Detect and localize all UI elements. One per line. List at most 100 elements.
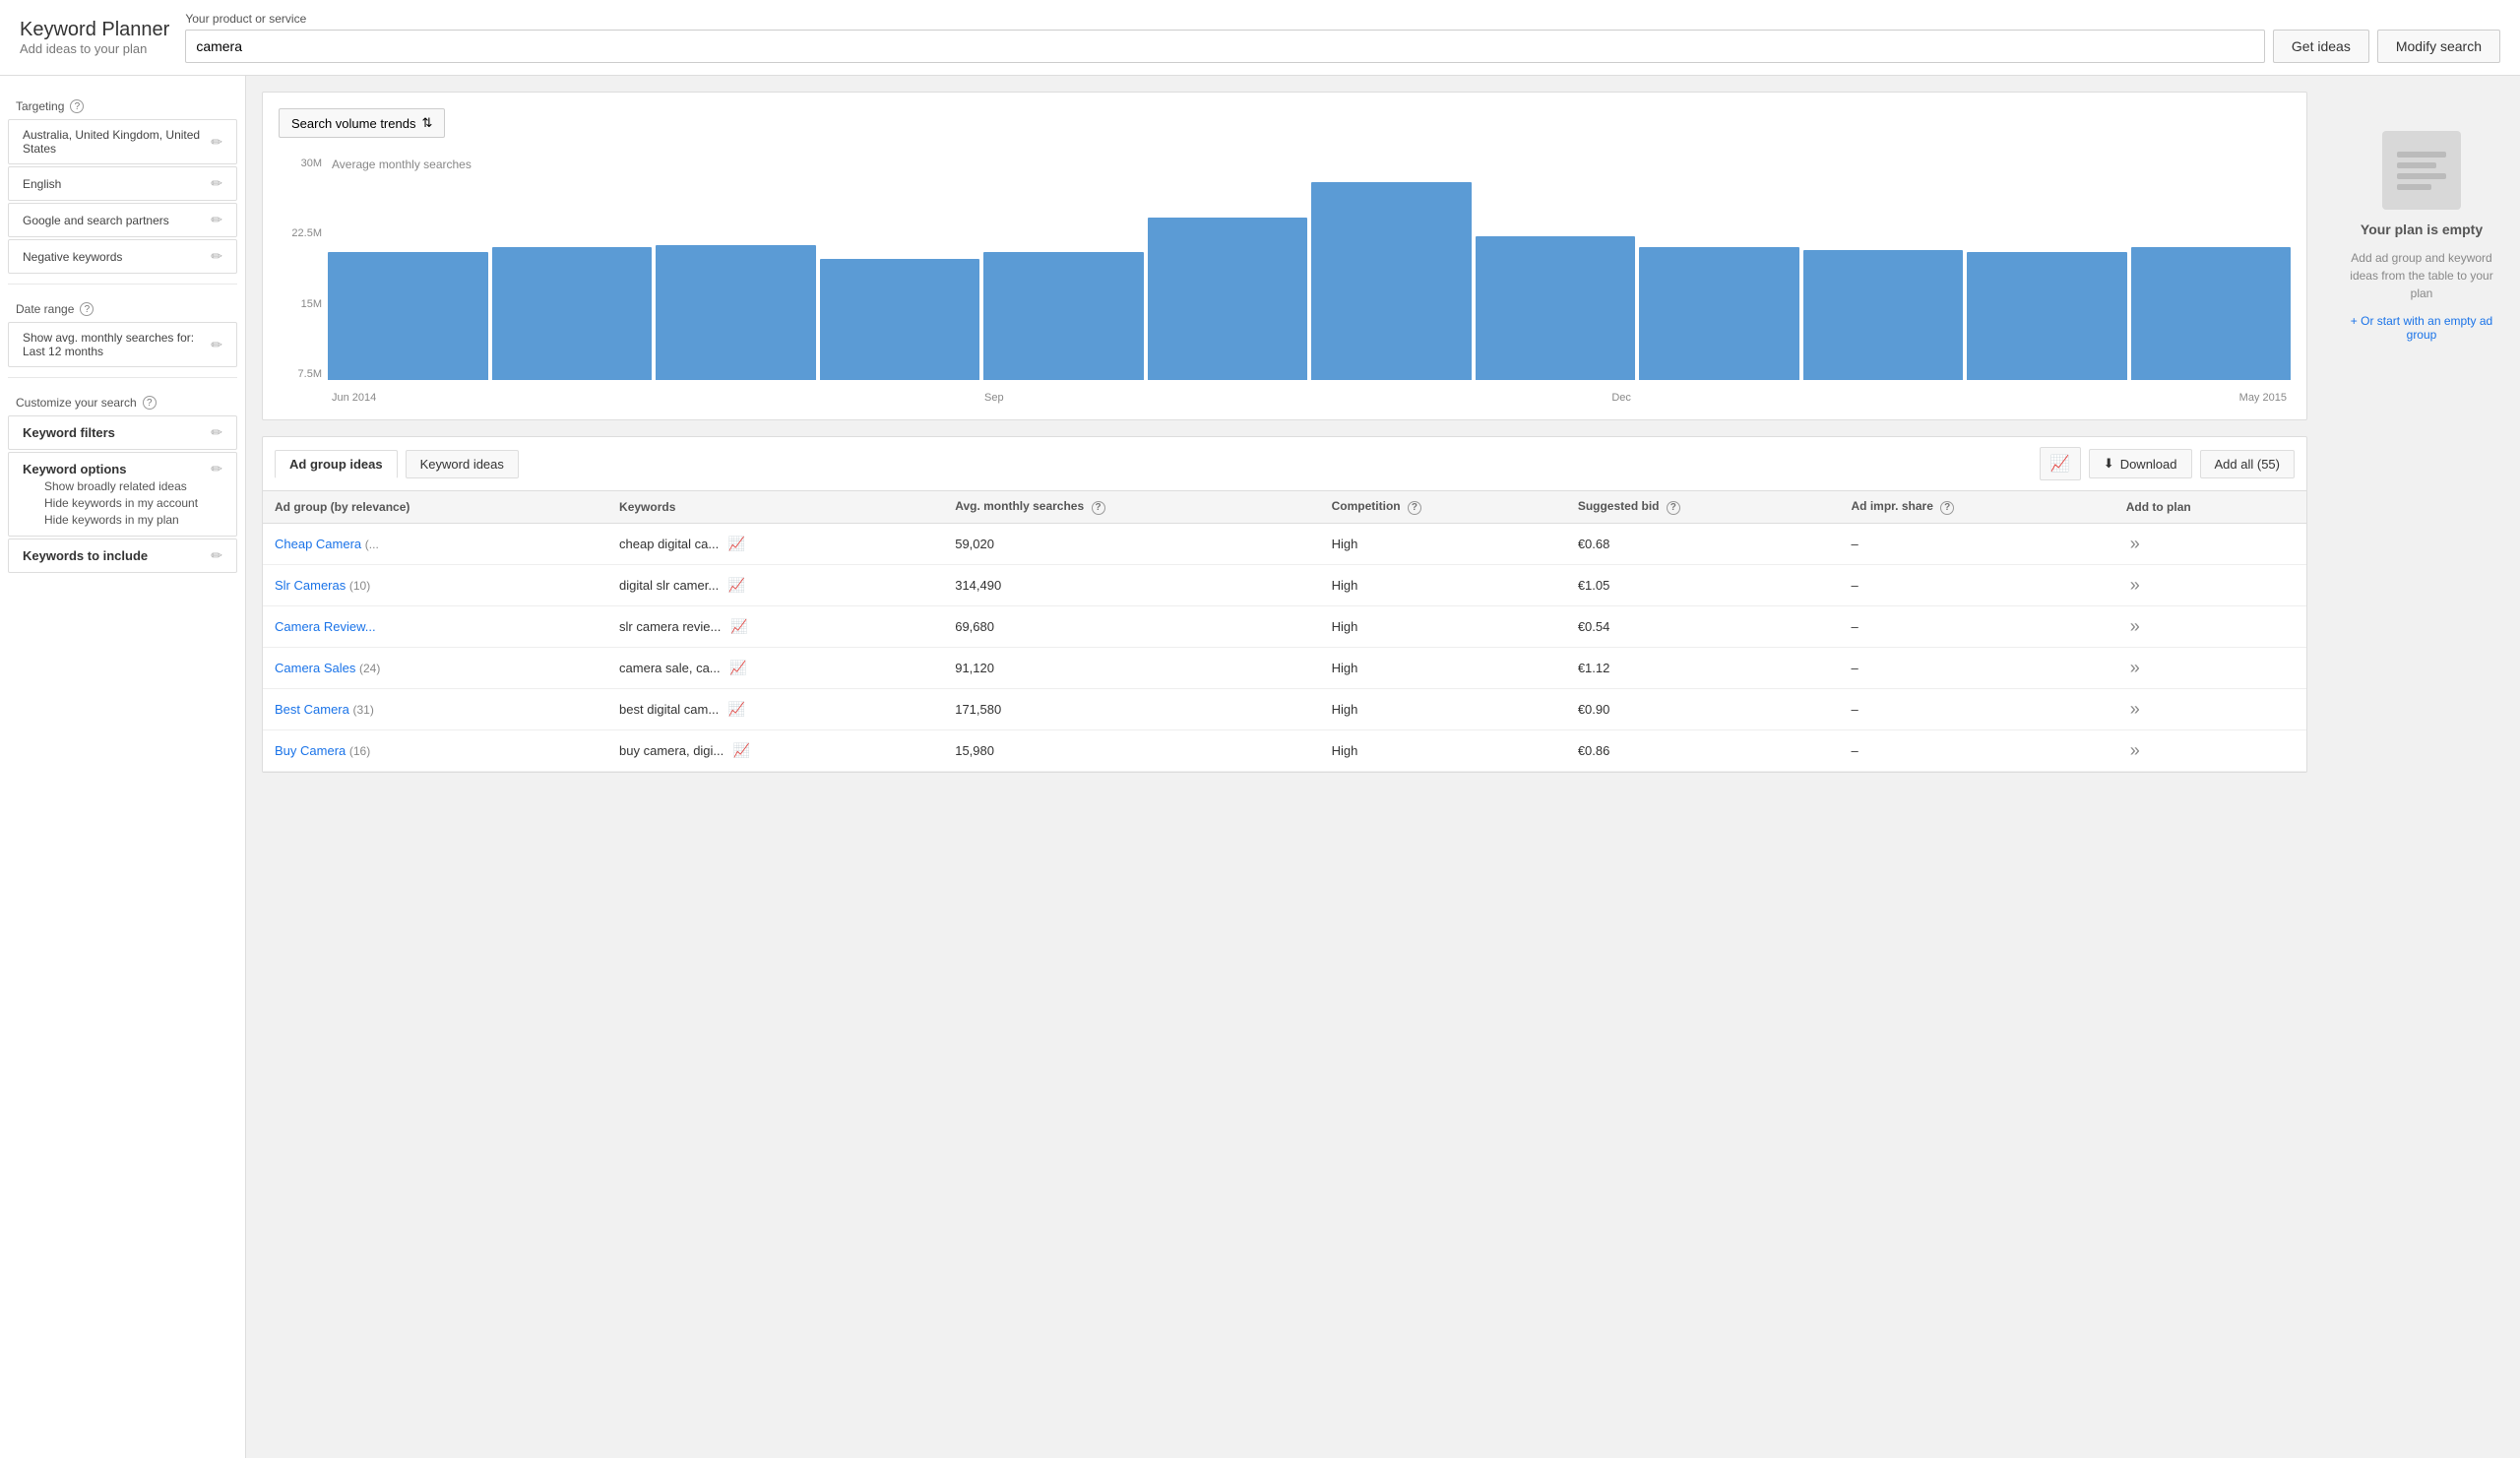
location-text: Australia, United Kingdom, United States: [23, 128, 211, 156]
chart-dropdown-label: Search volume trends: [291, 116, 415, 131]
sidebar-item-language[interactable]: English ✏: [8, 166, 237, 201]
add-all-button[interactable]: Add all (55): [2200, 450, 2295, 478]
ad-group-link-3[interactable]: Camera Sales: [275, 661, 355, 675]
keywords-text-1: digital slr camer...: [619, 578, 719, 593]
ad-impr-help-icon[interactable]: ?: [1940, 501, 1954, 515]
chart-bar: [656, 245, 816, 380]
plan-icon-line-2: [2397, 162, 2436, 168]
chart-bar: [1148, 218, 1308, 380]
keywords-trend-icon-3[interactable]: 📈: [729, 660, 746, 675]
ad-group-link-4[interactable]: Best Camera: [275, 702, 349, 717]
ad-group-link-1[interactable]: Slr Cameras: [275, 578, 346, 593]
sidebar-keywords-to-include[interactable]: Keywords to include ✏: [8, 539, 237, 573]
customize-help-icon[interactable]: ?: [143, 396, 157, 410]
download-button[interactable]: ⬇ Download: [2089, 449, 2192, 478]
td-competition-3: High: [1320, 647, 1566, 688]
add-to-plan-btn-4[interactable]: »: [2126, 699, 2144, 720]
negative-keywords-edit-icon[interactable]: ✏: [211, 248, 222, 265]
td-ad-group-1: Slr Cameras (10): [263, 564, 607, 605]
td-add-to-plan-0: »: [2114, 523, 2306, 564]
sidebar-item-location[interactable]: Australia, United Kingdom, United States…: [8, 119, 237, 164]
th-avg-monthly: Avg. monthly searches ?: [943, 491, 1319, 523]
add-to-plan-btn-1[interactable]: »: [2126, 575, 2144, 596]
network-edit-icon[interactable]: ✏: [211, 212, 222, 228]
chart-bar: [983, 252, 1144, 380]
add-to-plan-btn-3[interactable]: »: [2126, 658, 2144, 678]
targeting-help-icon[interactable]: ?: [70, 99, 84, 113]
add-to-plan-btn-5[interactable]: »: [2126, 740, 2144, 761]
plan-start-link[interactable]: + Or start with an empty ad group: [2339, 314, 2504, 342]
date-range-label: Date range: [16, 302, 74, 316]
td-competition-2: High: [1320, 605, 1566, 647]
tab-ad-group-ideas[interactable]: Ad group ideas: [275, 450, 398, 478]
td-keywords-1: digital slr camer... 📈: [607, 564, 943, 605]
ad-group-link-0[interactable]: Cheap Camera: [275, 537, 361, 551]
keywords-text-0: cheap digital ca...: [619, 537, 719, 551]
chart-bar: [1639, 247, 1799, 380]
sidebar-item-network[interactable]: Google and search partners ✏: [8, 203, 237, 237]
keywords-to-include-edit-icon[interactable]: ✏: [211, 547, 222, 564]
search-input[interactable]: [185, 30, 2265, 63]
keywords-trend-icon-4[interactable]: 📈: [728, 701, 745, 717]
ad-group-link-5[interactable]: Buy Camera: [275, 743, 346, 758]
app-title-heading: Keyword Planner: [20, 19, 169, 41]
chart-dropdown-button[interactable]: Search volume trends ⇅: [279, 108, 445, 138]
plan-icon-line-1: [2397, 152, 2446, 158]
add-to-plan-btn-0[interactable]: »: [2126, 534, 2144, 554]
location-edit-icon[interactable]: ✏: [211, 134, 222, 151]
th-ad-group: Ad group (by relevance): [263, 491, 607, 523]
keyword-filters-edit-icon[interactable]: ✏: [211, 424, 222, 441]
table-row: Camera Sales (24) camera sale, ca... 📈 9…: [263, 647, 2306, 688]
sidebar-keyword-filters[interactable]: Keyword filters ✏: [8, 415, 237, 450]
td-add-to-plan-1: »: [2114, 564, 2306, 605]
keyword-option-2: Hide keywords in my account: [23, 494, 212, 511]
modify-search-button[interactable]: Modify search: [2377, 30, 2500, 63]
chart-container: Average monthly searches 30M 22.5M 15M 7…: [279, 148, 2291, 404]
keyword-options-edit-icon[interactable]: ✏: [211, 461, 222, 477]
language-edit-icon[interactable]: ✏: [211, 175, 222, 192]
x-label-1: Sep: [984, 392, 1004, 404]
td-add-to-plan-3: »: [2114, 647, 2306, 688]
td-competition-0: High: [1320, 523, 1566, 564]
avg-monthly-help-icon[interactable]: ?: [1092, 501, 1105, 515]
td-ad-impr-share-2: –: [1840, 605, 2114, 647]
chart-bar: [1476, 236, 1636, 380]
keyword-filters-label: Keyword filters: [23, 425, 115, 440]
chart-card: Search volume trends ⇅ Average monthly s…: [262, 92, 2307, 420]
customize-section: Customize your search ?: [0, 388, 245, 413]
chart-x-axis: Jun 2014 Sep Dec May 2015: [328, 392, 2291, 404]
date-range-edit-icon[interactable]: ✏: [211, 337, 222, 353]
sidebar-item-negative-keywords[interactable]: Negative keywords ✏: [8, 239, 237, 274]
table-row: Camera Review... slr camera revie... 📈 6…: [263, 605, 2306, 647]
td-ad-group-2: Camera Review...: [263, 605, 607, 647]
ad-group-link-2[interactable]: Camera Review...: [275, 619, 376, 634]
get-ideas-button[interactable]: Get ideas: [2273, 30, 2369, 63]
keywords-trend-icon-2[interactable]: 📈: [730, 618, 747, 634]
table-row: Slr Cameras (10) digital slr camer... 📈 …: [263, 564, 2306, 605]
td-avg-monthly-2: 69,680: [943, 605, 1319, 647]
language-text: English: [23, 177, 61, 191]
chart-bar: [820, 259, 980, 380]
add-to-plan-btn-2[interactable]: »: [2126, 616, 2144, 637]
x-label-2: Dec: [1611, 392, 1631, 404]
date-range-help-icon[interactable]: ?: [80, 302, 94, 316]
trend-chart-button[interactable]: 📈: [2040, 447, 2081, 480]
competition-help-icon[interactable]: ?: [1408, 501, 1421, 515]
keywords-trend-icon-5[interactable]: 📈: [733, 742, 750, 758]
tab-keyword-ideas[interactable]: Keyword ideas: [406, 450, 519, 478]
ad-group-badge-0: (...: [365, 538, 379, 551]
suggested-bid-help-icon[interactable]: ?: [1667, 501, 1680, 515]
td-ad-group-4: Best Camera (31): [263, 688, 607, 729]
chart-bar: [1803, 250, 1964, 380]
y-tick-2: 15M: [301, 298, 322, 310]
th-ad-impr-share: Ad impr. share ?: [1840, 491, 2114, 523]
sidebar-item-date-range[interactable]: Show avg. monthly searches for: Last 12 …: [8, 322, 237, 367]
keywords-text-2: slr camera revie...: [619, 619, 721, 634]
td-ad-impr-share-5: –: [1840, 729, 2114, 771]
plan-icon-line-3: [2397, 173, 2446, 179]
chart-bar: [328, 252, 488, 380]
plan-empty-title: Your plan is empty: [2361, 222, 2483, 237]
td-add-to-plan-2: »: [2114, 605, 2306, 647]
keywords-trend-icon-0[interactable]: 📈: [728, 536, 745, 551]
keywords-trend-icon-1[interactable]: 📈: [728, 577, 745, 593]
